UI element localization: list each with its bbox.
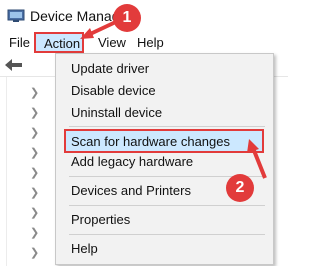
menu-file[interactable]: File [9, 35, 30, 50]
menu-item-properties[interactable]: Properties [71, 212, 130, 227]
device-manager-icon [7, 9, 25, 22]
title-bar: Device Manager [0, 0, 288, 32]
menu-item-scan-hardware-label: Scan for hardware changes [71, 134, 230, 149]
annotation-badge-1: 1 [113, 4, 141, 32]
menu-item-help[interactable]: Help [71, 241, 98, 256]
expand-chevron-icon[interactable]: ❯ [30, 186, 39, 199]
menu-separator [69, 234, 265, 235]
menu-help[interactable]: Help [137, 35, 164, 50]
expand-chevron-icon[interactable]: ❯ [30, 206, 39, 219]
annotation-badge-2: 2 [226, 174, 254, 202]
annotation-arrow-2 [247, 139, 267, 179]
tree-guide-line [6, 77, 7, 266]
menu-item-disable-device[interactable]: Disable device [71, 83, 156, 98]
menu-item-add-legacy-hardware[interactable]: Add legacy hardware [71, 154, 193, 169]
expand-chevron-icon[interactable]: ❯ [30, 146, 39, 159]
menu-item-devices-printers[interactable]: Devices and Printers [71, 183, 191, 198]
expand-chevron-icon[interactable]: ❯ [30, 226, 39, 239]
menu-action[interactable]: Action [34, 32, 84, 53]
back-arrow-icon[interactable] [4, 58, 24, 72]
expand-chevron-icon[interactable]: ❯ [30, 106, 39, 119]
expand-chevron-icon[interactable]: ❯ [30, 246, 39, 259]
menu-item-update-driver[interactable]: Update driver [71, 61, 149, 76]
expand-chevron-icon[interactable]: ❯ [30, 166, 39, 179]
menu-item-scan-hardware[interactable]: Scan for hardware changes [64, 129, 264, 153]
expand-chevron-icon[interactable]: ❯ [30, 86, 39, 99]
menu-separator [69, 205, 265, 206]
menu-item-uninstall-device[interactable]: Uninstall device [71, 105, 162, 120]
menu-separator [69, 126, 265, 127]
expand-chevron-icon[interactable]: ❯ [30, 126, 39, 139]
menu-action-label: Action [44, 36, 81, 51]
action-menu-dropdown: Update driver Disable device Uninstall d… [55, 53, 274, 265]
